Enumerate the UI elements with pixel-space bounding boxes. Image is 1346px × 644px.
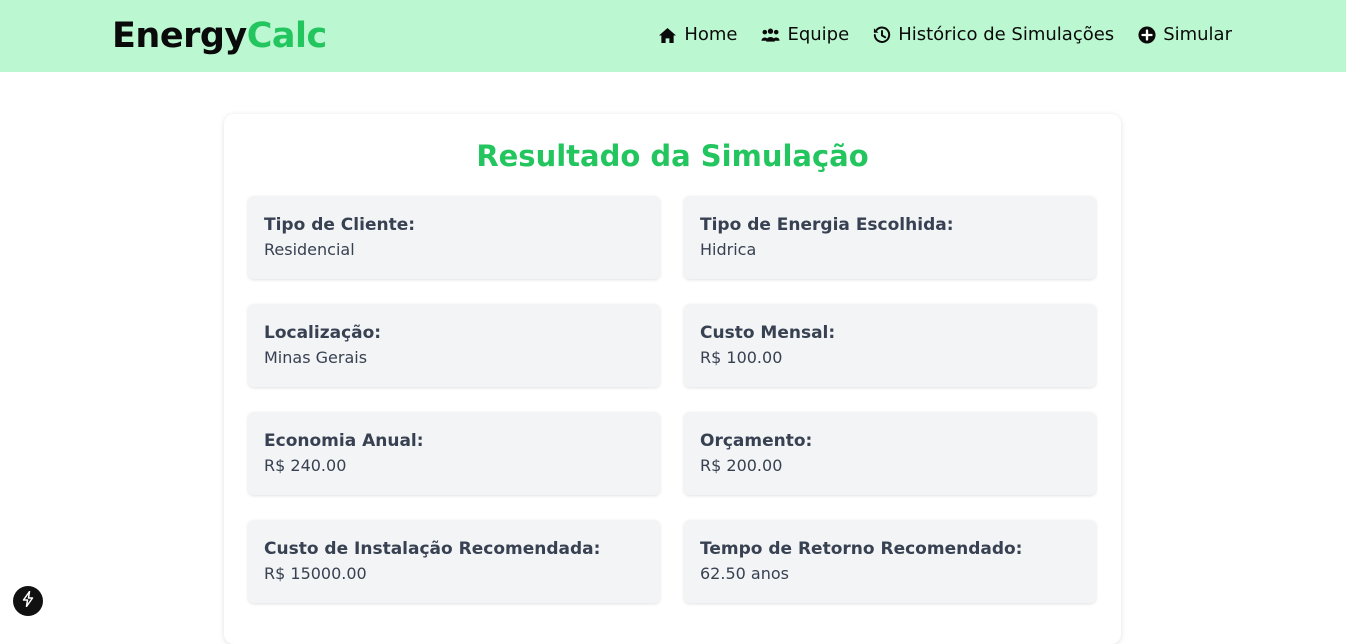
plus-circle-icon	[1138, 26, 1156, 44]
users-icon	[761, 27, 780, 43]
nav-home[interactable]: Home	[658, 23, 737, 47]
app-logo[interactable]: EnergyCalc	[112, 14, 327, 58]
field-value: R$ 15000.00	[264, 564, 367, 583]
history-icon	[873, 26, 891, 44]
lightning-icon	[22, 590, 34, 611]
field-tempo-retorno: Tempo de Retorno Recomendado: 62.50 anos	[684, 520, 1096, 603]
nav-simular-label: Simular	[1163, 24, 1232, 45]
nav-equipe[interactable]: Equipe	[761, 23, 849, 47]
field-value: R$ 240.00	[264, 456, 347, 475]
home-icon	[658, 27, 677, 44]
nav-historico-label: Histórico de Simulações	[898, 24, 1115, 45]
nav-home-label: Home	[684, 24, 738, 45]
main-nav: Home Equipe Histórico de Simulações Simu…	[658, 23, 1232, 47]
field-label: Orçamento:	[700, 431, 813, 451]
dev-tools-badge[interactable]	[13, 586, 43, 616]
field-value: Minas Gerais	[264, 348, 368, 367]
page-title: Resultado da Simulação	[476, 139, 869, 173]
field-tipo-energia: Tipo de Energia Escolhida: Hidrica	[684, 196, 1096, 279]
field-tipo-cliente: Tipo de Cliente: Residencial	[248, 196, 660, 279]
nav-simular[interactable]: Simular	[1138, 23, 1232, 47]
nav-historico[interactable]: Histórico de Simulações	[873, 23, 1114, 47]
nav-equipe-label: Equipe	[787, 24, 850, 45]
field-label: Tipo de Cliente:	[264, 215, 416, 235]
field-economia-anual: Economia Anual: R$ 240.00	[248, 412, 660, 495]
field-label: Tipo de Energia Escolhida:	[700, 215, 954, 235]
logo-energy-text: Energy	[112, 16, 247, 56]
field-label: Localização:	[264, 323, 382, 343]
field-value: R$ 100.00	[700, 348, 783, 367]
field-value: 62.50 anos	[700, 564, 789, 583]
field-label: Custo Mensal:	[700, 323, 836, 343]
field-label: Economia Anual:	[264, 431, 424, 451]
field-localizacao: Localização: Minas Gerais	[248, 304, 660, 387]
result-card: Resultado da Simulação Tipo de Cliente: …	[224, 114, 1121, 644]
field-value: Residencial	[264, 240, 355, 259]
field-custo-instalacao: Custo de Instalação Recomendada: R$ 1500…	[248, 520, 660, 603]
top-navbar: EnergyCalc Home Equipe Histórico de Simu…	[0, 0, 1346, 72]
logo-calc-text: Calc	[246, 16, 328, 56]
field-label: Tempo de Retorno Recomendado:	[700, 539, 1023, 559]
field-label: Custo de Instalação Recomendada:	[264, 539, 601, 559]
field-orcamento: Orçamento: R$ 200.00	[684, 412, 1096, 495]
field-value: R$ 200.00	[700, 456, 783, 475]
field-custo-mensal: Custo Mensal: R$ 100.00	[684, 304, 1096, 387]
field-value: Hidrica	[700, 240, 757, 259]
